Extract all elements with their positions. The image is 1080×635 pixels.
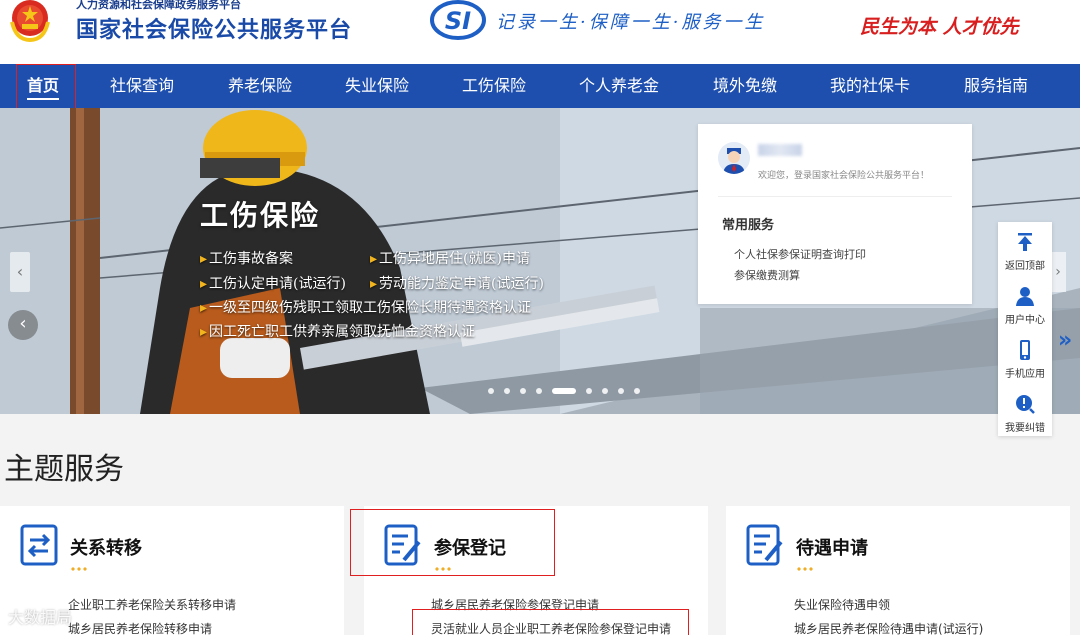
decorative-dots	[434, 567, 452, 571]
service-card-benefit: 待遇申请 失业保险待遇申领 城乡居民养老保险待遇申请(试运行)	[726, 506, 1070, 635]
decorative-dots	[796, 567, 814, 571]
side-user-center[interactable]: 用户中心	[998, 278, 1052, 328]
svg-text:SI: SI	[445, 7, 471, 35]
carousel-dot[interactable]	[618, 388, 624, 394]
register-icon	[384, 524, 421, 566]
welcome-text: 欢迎您，登录国家社会保险公共服务平台！	[758, 171, 930, 181]
link-resident-pension-register[interactable]: 城乡居民养老保险参保登记申请	[431, 596, 599, 613]
watermark: 大数据局	[8, 608, 73, 627]
nav-item-pension-insurance[interactable]: 养老保险	[228, 64, 292, 108]
banner-link-accident-record[interactable]: 工伤事故备案	[200, 248, 293, 268]
carousel-dot[interactable]	[552, 388, 576, 394]
service-card-register: 参保登记 城乡居民养老保险参保登记申请 灵活就业人员企业职工养老保险参保登记申请	[364, 506, 708, 635]
page: 人力资源和社会保障政务服务平台 国家社会保险公共服务平台 SI 记录一生·保障一…	[0, 0, 1080, 635]
side-label: 手机应用	[1005, 369, 1045, 380]
nav-item-unemployment-insurance[interactable]: 失业保险	[345, 64, 409, 108]
user-card: 欢迎您，登录国家社会保险公共服务平台！ 常用服务 个人社保参保证明查询打印 参保…	[698, 124, 972, 304]
site-header: 人力资源和社会保障政务服务平台 国家社会保险公共服务平台 SI 记录一生·保障一…	[0, 0, 1080, 64]
link-unemployment-benefit-claim[interactable]: 失业保险待遇申领	[794, 596, 890, 613]
nav-item-work-injury-insurance[interactable]: 工伤保险	[462, 64, 526, 108]
national-emblem-icon	[10, 0, 50, 43]
link-insurance-certificate-print[interactable]: 个人社保参保证明查询打印	[734, 246, 866, 262]
carousel-dot[interactable]	[586, 388, 592, 394]
carousel-dot[interactable]	[602, 388, 608, 394]
banner-prev-tab[interactable]: ‹	[10, 252, 30, 292]
arrow-up-icon	[1018, 233, 1032, 251]
link-resident-pension-transfer[interactable]: 城乡居民养老保险转移申请	[68, 620, 212, 635]
error-report-icon	[1016, 395, 1035, 414]
nav-item-overseas-exemption[interactable]: 境外免缴	[713, 64, 777, 108]
side-back-to-top[interactable]: 返回顶部	[998, 224, 1052, 274]
nav-item-my-social-security-card[interactable]: 我的社保卡	[830, 64, 910, 108]
si-logo-icon: SI	[430, 0, 486, 40]
banner-link-survivor-certification[interactable]: 因工死亡职工供养亲属领取抚恤金资格认证	[200, 321, 475, 341]
banner-prev-button[interactable]: ‹	[8, 310, 38, 340]
transfer-icon	[20, 524, 58, 566]
site-title[interactable]: 国家社会保险公共服务平台	[76, 12, 352, 44]
service-card-title[interactable]: 关系转移	[70, 534, 142, 560]
side-label: 我要纠错	[1005, 423, 1045, 434]
banner-link-injury-identification[interactable]: 工伤认定申请(试运行)	[200, 273, 346, 293]
banner-next-tab[interactable]: ›	[1050, 252, 1066, 292]
carousel-dot[interactable]	[634, 388, 640, 394]
section-title: 主题服务	[4, 452, 124, 487]
nav-item-personal-pension[interactable]: 个人养老金	[579, 64, 659, 108]
carousel-dot[interactable]	[488, 388, 494, 394]
banner-link-disability-certification[interactable]: 一级至四级伤残职工领取工伤保险长期待遇资格认证	[200, 297, 531, 317]
phone-icon	[1020, 340, 1030, 360]
service-card-title[interactable]: 参保登记	[434, 534, 506, 560]
side-label: 返回顶部	[1005, 261, 1045, 272]
user-icon	[1016, 287, 1034, 306]
carousel-dot[interactable]	[536, 388, 542, 394]
nav-item-home[interactable]: 首页	[27, 64, 60, 108]
common-services-title: 常用服务	[722, 218, 775, 233]
banner-link-remote-medical[interactable]: 工伤异地居住(就医)申请	[370, 248, 530, 268]
carousel-dot[interactable]	[504, 388, 510, 394]
card-divider	[718, 196, 952, 197]
link-resident-pension-benefit[interactable]: 城乡居民养老保险待遇申请(试运行)	[794, 620, 983, 635]
link-contribution-calculator[interactable]: 参保缴费测算	[734, 267, 800, 283]
link-flexible-employment-register[interactable]: 灵活就业人员企业职工养老保险参保登记申请	[431, 620, 671, 635]
expand-more-icon[interactable]: »	[1058, 328, 1072, 353]
service-card-title[interactable]: 待遇申请	[796, 534, 868, 560]
decorative-dots	[70, 567, 88, 571]
ministry-name: 人力资源和社会保障政务服务平台	[76, 0, 241, 11]
banner-title: 工伤保险	[200, 199, 321, 232]
slogan: 记录一生·保障一生·服务一生	[496, 12, 766, 33]
side-mobile-app[interactable]: 手机应用	[998, 332, 1052, 382]
motto: 民生为本 人才优先	[860, 16, 1019, 38]
nav-item-social-security-query[interactable]: 社保查询	[110, 64, 174, 108]
main-nav: 首页 社保查询 养老保险 失业保险 工伤保险 个人养老金 境外免缴 我的社保卡 …	[0, 64, 1080, 108]
theme-services: 关系转移 企业职工养老保险关系转移申请 城乡居民养老保险转移申请 参保登记 城乡…	[0, 506, 1080, 635]
side-toolbar: 返回顶部 用户中心 手机应用 我要纠错	[998, 222, 1052, 436]
nav-item-service-guide[interactable]: 服务指南	[964, 64, 1028, 108]
username-blurred	[758, 144, 802, 156]
side-label: 用户中心	[1005, 315, 1045, 326]
side-error-report[interactable]: 我要纠错	[998, 386, 1052, 436]
carousel-dot[interactable]	[520, 388, 526, 394]
benefit-icon	[746, 524, 783, 566]
banner-link-ability-assessment[interactable]: 劳动能力鉴定申请(试运行)	[370, 273, 544, 293]
avatar[interactable]	[718, 142, 750, 174]
link-enterprise-pension-transfer[interactable]: 企业职工养老保险关系转移申请	[68, 596, 236, 613]
